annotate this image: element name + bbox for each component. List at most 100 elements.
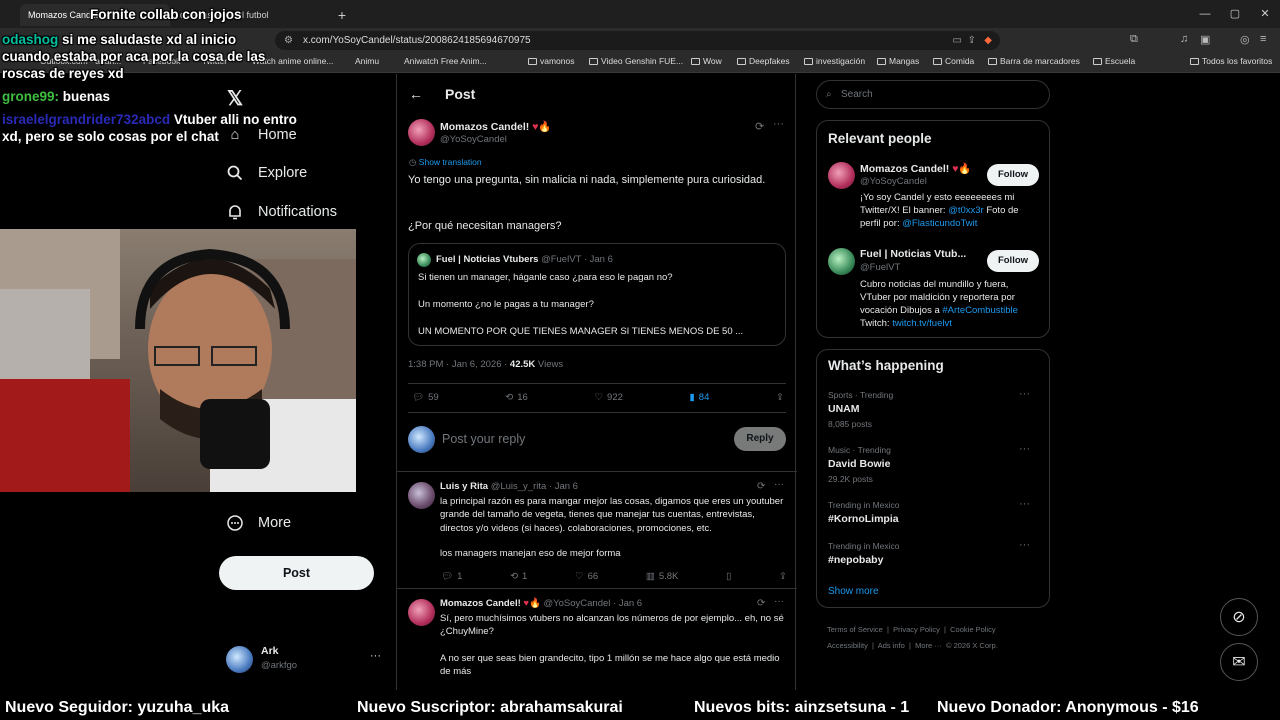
retweet-action[interactable]: ⟲ 16 xyxy=(505,392,528,403)
bookmark-action[interactable]: ▮ 84 xyxy=(690,392,710,403)
bookmark-comida[interactable]: Comida xyxy=(933,56,974,66)
reply-action[interactable]: 💬︎ 59 xyxy=(412,392,439,403)
more-dots-icon[interactable]: ··· xyxy=(774,596,784,607)
bookmark-deepfakes[interactable]: Deepfakes xyxy=(737,56,790,66)
follow-button[interactable]: Follow xyxy=(987,164,1039,186)
more-dots-icon[interactable]: ··· xyxy=(1019,443,1030,455)
more-dots-icon[interactable]: ··· xyxy=(370,650,381,662)
avatar xyxy=(408,482,435,509)
show-more-link[interactable]: Show more xyxy=(828,586,879,597)
bookmark-animu[interactable]: Animu xyxy=(355,56,379,66)
vpn-icon[interactable]: ◎ xyxy=(1240,33,1250,46)
reply-action[interactable]: 💬︎ 1 xyxy=(441,571,462,582)
trend-item[interactable]: Trending in Mexico #nepobaby ··· xyxy=(828,539,1040,566)
reply-item[interactable]: Momazos Candel! ♥🔥 @YoSoyCandel · Jan 6 … xyxy=(397,588,797,690)
brave-shield-icon[interactable]: ◆ xyxy=(984,31,992,50)
maximize-icon[interactable]: ▢ xyxy=(1220,5,1250,23)
bookmark-escuela[interactable]: Escuela xyxy=(1093,56,1135,66)
more-dots-icon[interactable]: ··· xyxy=(1019,388,1030,400)
more-circle-icon xyxy=(226,514,244,532)
more-dots-icon[interactable]: ··· xyxy=(1019,498,1030,510)
relevant-people-panel: Relevant people Momazos Candel! ♥🔥 @YoSo… xyxy=(816,120,1050,338)
tweet-actions: 💬︎ 59 ⟲ 16 ♡ 922 ▮ 84 ⇪ xyxy=(412,392,784,403)
extensions-icon[interactable]: ⧉ xyxy=(1130,33,1138,46)
grok-icon[interactable]: ⟳ xyxy=(755,120,764,133)
stream-ticker: Nuevo Seguidor: yuzuha_uka Nuevo Suscrip… xyxy=(0,698,1280,720)
menu-icon[interactable]: ≡ xyxy=(1260,33,1266,45)
folder-icon xyxy=(528,57,537,65)
close-icon[interactable]: ✕ xyxy=(1250,5,1280,23)
trend-item[interactable]: Trending in Mexico #KornoLimpia ··· xyxy=(828,498,1040,525)
nav-explore[interactable]: Explore xyxy=(226,164,307,182)
share-icon[interactable]: ⇪ xyxy=(968,31,976,50)
messages-button[interactable]: ✉ xyxy=(1220,643,1258,681)
page-title: Post xyxy=(445,86,476,102)
chat-message: israelelgrandrider732abcd Vtuber alli no… xyxy=(2,112,297,144)
minimize-icon[interactable]: — xyxy=(1190,5,1220,23)
reply-button[interactable]: Reply xyxy=(734,427,786,451)
search-input[interactable]: ⌕ Search xyxy=(816,80,1050,109)
retweet-action[interactable]: ⟲ 1 xyxy=(510,571,527,582)
back-arrow-icon[interactable]: ← xyxy=(409,86,423,102)
bell-icon xyxy=(226,203,244,221)
more-dots-icon[interactable]: ··· xyxy=(773,118,784,130)
more-dots-icon[interactable]: ··· xyxy=(1019,539,1030,551)
trend-item[interactable]: Music · Trending David Bowie 29.2K posts… xyxy=(828,443,1040,484)
avatar[interactable] xyxy=(408,119,435,146)
tweet-author-handle[interactable]: @YoSoyCandel xyxy=(440,134,507,145)
grok-icon: ⊘ xyxy=(1232,609,1246,626)
bookmark-barra[interactable]: Barra de marcadores xyxy=(988,56,1080,66)
avatar xyxy=(408,599,435,626)
whats-happening-panel: What’s happening Sports · Trending UNAM … xyxy=(816,349,1050,608)
bookmark-wow[interactable]: Wow xyxy=(691,56,722,66)
share-icon: ⇪ xyxy=(779,571,787,582)
nav-more[interactable]: More xyxy=(226,514,291,532)
bookmark-video-genshin[interactable]: Video Genshin FUE... xyxy=(589,56,683,66)
chat-message: Fornite collab con jojos xyxy=(90,7,242,22)
reply-icon: 💬︎ xyxy=(412,392,425,403)
views-action[interactable]: ▥ 5.8K xyxy=(646,571,679,582)
account-switcher[interactable]: Ark @arkfgo ··· xyxy=(226,644,386,684)
bookmark-todos[interactable]: Todos los favoritos xyxy=(1190,56,1272,66)
share-action[interactable]: ⇪ xyxy=(776,392,784,403)
site-info-icon[interactable]: ⚙ xyxy=(284,31,293,50)
bookmark-aniwatch[interactable]: Aniwatch Free Anim... xyxy=(404,56,487,66)
grok-icon[interactable]: ⟳ xyxy=(757,481,765,492)
avatar xyxy=(226,646,253,673)
show-translation-link[interactable]: ◷ Show translation xyxy=(409,157,482,168)
bookmark-icon: ▮ xyxy=(689,392,695,403)
bookmark-vamonos[interactable]: vamonos xyxy=(528,56,575,66)
share-action[interactable]: ⇪ xyxy=(779,571,787,582)
nav-notifications[interactable]: Notifications xyxy=(226,203,337,221)
bookmark-icon: ▯ xyxy=(726,571,732,582)
music-icon[interactable]: ♫ xyxy=(1180,33,1188,45)
avatar[interactable] xyxy=(828,162,855,189)
reply-item[interactable]: Luis y Rita @Luis_y_rita · Jan 6 ⟳ ··· l… xyxy=(397,471,797,587)
like-action[interactable]: ♡ 66 xyxy=(575,571,598,582)
wallet-icon[interactable]: ▣ xyxy=(1200,33,1210,46)
heart-icon: ♡ xyxy=(594,392,604,403)
reply-input[interactable]: Post your reply xyxy=(442,432,525,446)
divider xyxy=(408,383,786,384)
more-dots-icon[interactable]: ··· xyxy=(774,479,784,490)
retweet-icon: ⟲ xyxy=(505,392,514,403)
grok-icon[interactable]: ⟳ xyxy=(757,598,765,609)
x-logo-icon[interactable]: 𝕏 xyxy=(227,86,243,111)
new-tab-button[interactable]: + xyxy=(334,4,350,26)
bookmark-mangas[interactable]: Mangas xyxy=(877,56,919,66)
bookmark-investigacion[interactable]: investigación xyxy=(804,56,865,66)
webcam-person-image xyxy=(0,229,356,492)
avatar[interactable] xyxy=(828,248,855,275)
bookmark-action[interactable]: ▯ xyxy=(726,571,731,582)
tweet-timestamp[interactable]: 1:38 PM · Jan 6, 2026 · 42.5K Views xyxy=(408,359,563,370)
url-bar[interactable]: ⚙ x.com/YoSoyCandel/status/2008624185694… xyxy=(275,31,1000,50)
follow-button[interactable]: Follow xyxy=(987,250,1039,272)
folder-icon xyxy=(804,57,813,65)
like-action[interactable]: ♡ 922 xyxy=(595,392,623,403)
install-icon[interactable]: ▭ xyxy=(953,31,962,50)
trend-item[interactable]: Sports · Trending UNAM 8,085 posts ··· xyxy=(828,388,1040,429)
grok-float-button[interactable]: ⊘ xyxy=(1220,598,1258,636)
post-button[interactable]: Post xyxy=(219,556,374,590)
tweet-author-name[interactable]: Momazos Candel! ♥🔥 xyxy=(440,120,552,133)
quoted-tweet[interactable]: Fuel | Noticias Vtubers @FuelVT · Jan 6 … xyxy=(408,243,786,346)
